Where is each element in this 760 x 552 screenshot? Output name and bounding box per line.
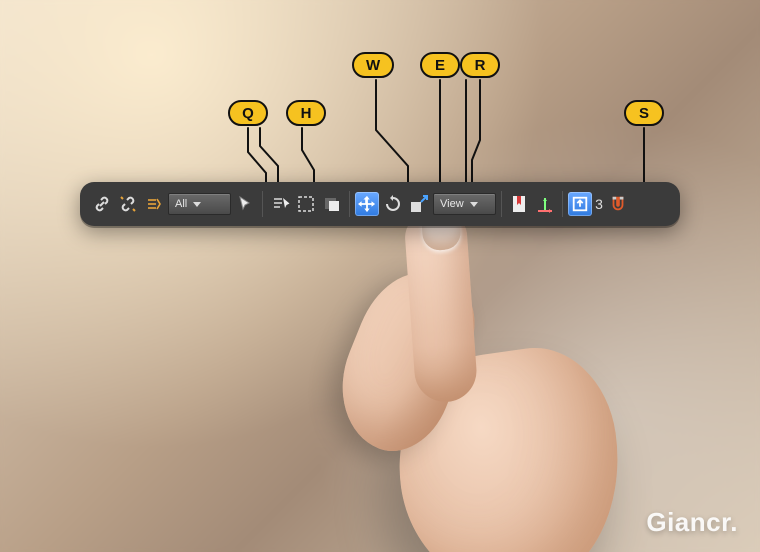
view-mode-dropdown[interactable]: View (433, 193, 496, 215)
shortcut-w: W (352, 52, 394, 78)
mask-mode-value: All (175, 198, 187, 210)
view-mode-value: View (440, 198, 464, 210)
shortcut-q: Q (228, 100, 268, 126)
text-cursor-tool[interactable] (268, 192, 292, 216)
separator (349, 191, 350, 217)
axis-move-tool[interactable] (533, 192, 557, 216)
unlink-tool[interactable] (116, 192, 140, 216)
chevron-down-icon (193, 202, 201, 207)
background-blur (0, 0, 760, 552)
bookmark-tool[interactable] (507, 192, 531, 216)
chevron-down-icon (470, 202, 478, 207)
snap-count: 3 (594, 196, 604, 212)
separator (501, 191, 502, 217)
separator (262, 191, 263, 217)
lasso-tool[interactable] (320, 192, 344, 216)
magnet-snap-tool[interactable] (606, 192, 630, 216)
move-tool[interactable] (355, 192, 379, 216)
watermark: Giancr. (646, 507, 738, 538)
rotate-tool[interactable] (381, 192, 405, 216)
scale-tool[interactable] (407, 192, 431, 216)
link-tool[interactable] (90, 192, 114, 216)
animation-toolbar: All View (80, 182, 680, 226)
stage: Q H W E R S All (0, 0, 760, 552)
mask-mode-dropdown[interactable]: All (168, 193, 231, 215)
separator (562, 191, 563, 217)
shortcut-e: E (420, 52, 460, 78)
select-tool[interactable] (233, 192, 257, 216)
frame-selected-tool[interactable] (568, 192, 592, 216)
shortcut-r: R (460, 52, 500, 78)
marquee-tool[interactable] (294, 192, 318, 216)
link-hierarchy-tool[interactable] (142, 192, 166, 216)
shortcut-s: S (624, 100, 664, 126)
shortcut-h: H (286, 100, 326, 126)
